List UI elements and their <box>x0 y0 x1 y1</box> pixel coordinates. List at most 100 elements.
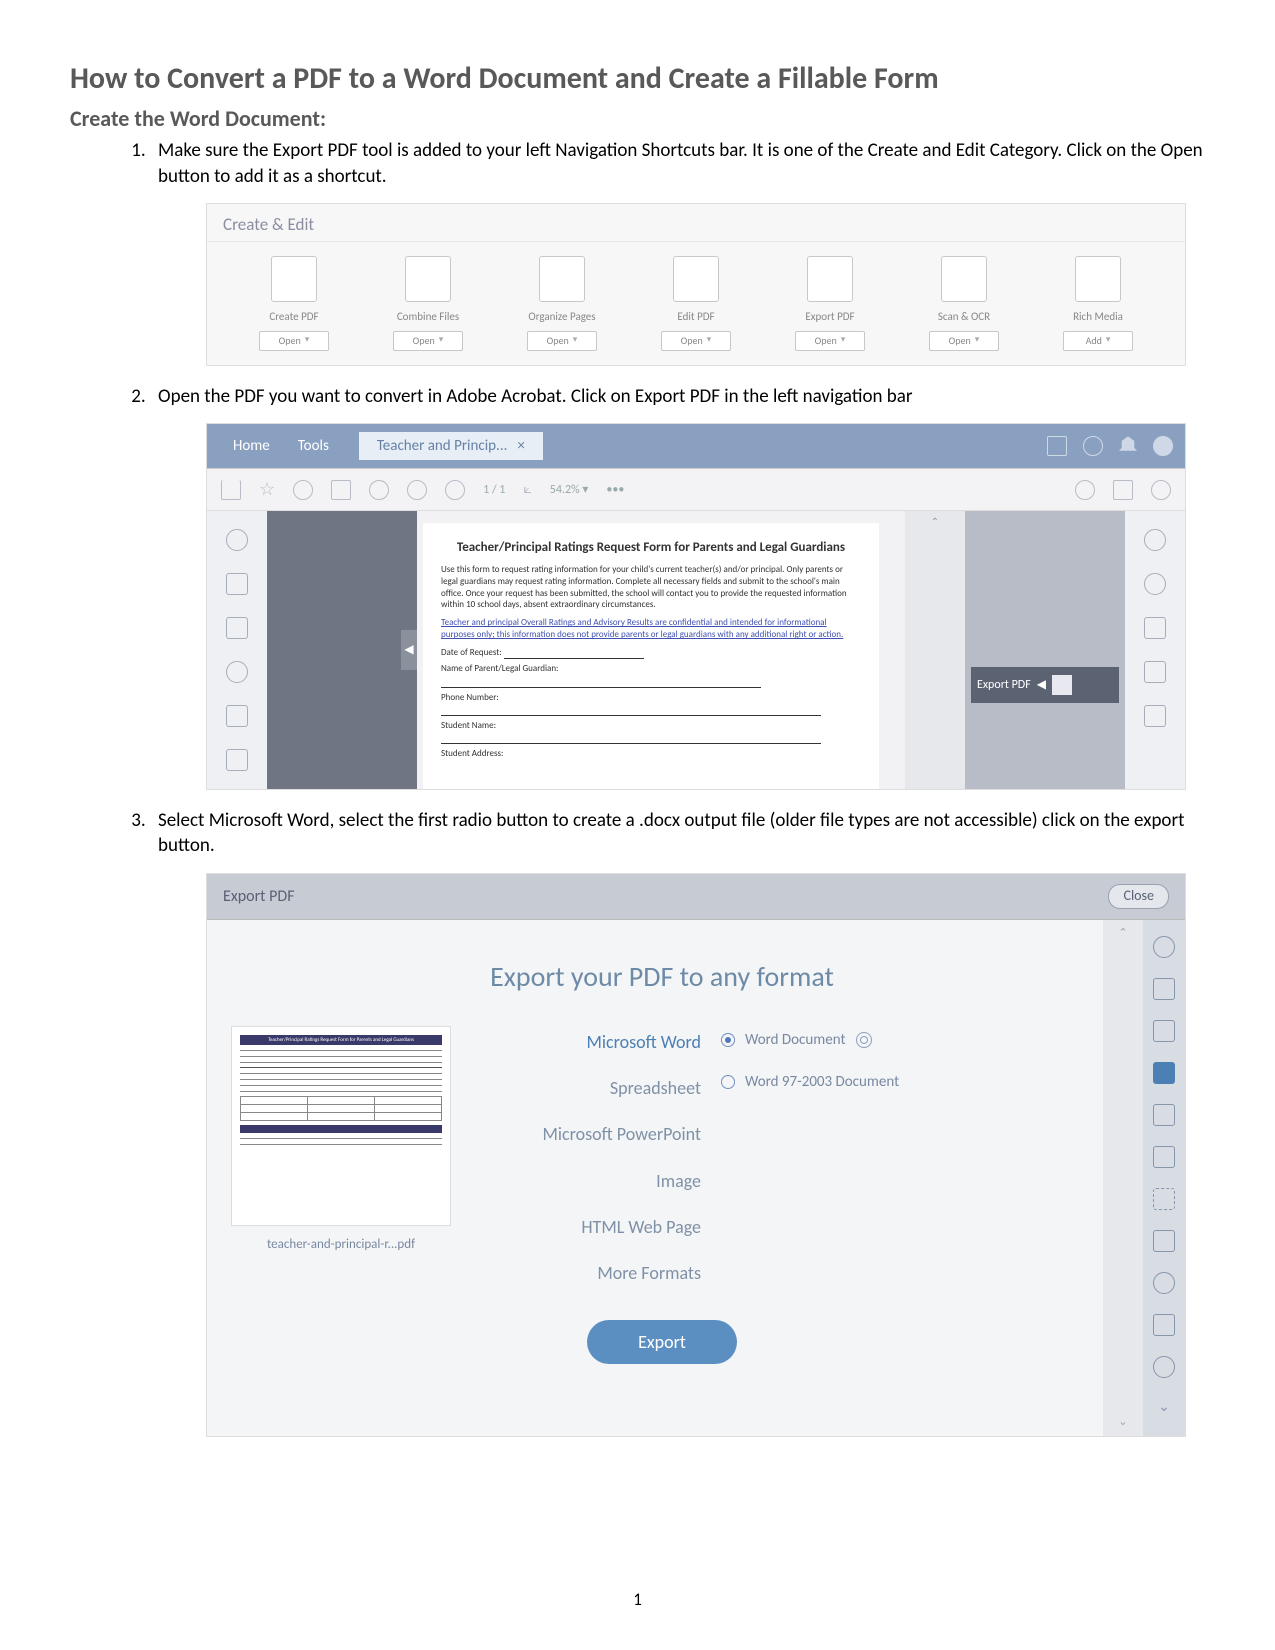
info-icon[interactable] <box>1144 573 1166 595</box>
cloud-icon[interactable] <box>293 480 313 500</box>
page-indicator[interactable]: 1 / 1 <box>483 482 505 498</box>
save-cloud-icon[interactable] <box>1047 436 1067 456</box>
sign-icon[interactable] <box>1153 1272 1175 1294</box>
open-button[interactable]: Open▾ <box>527 331 597 351</box>
tool-label: Create PDF <box>229 310 359 325</box>
doc-notice: Teacher and principal Overall Ratings an… <box>441 617 861 641</box>
combine-files-icon <box>405 256 451 302</box>
tool-create-pdf[interactable]: Create PDF Open▾ <box>229 256 359 350</box>
export-button[interactable]: Export <box>587 1320 737 1364</box>
chevron-down-icon: ▾ <box>573 334 578 348</box>
create-pdf-icon[interactable] <box>1144 617 1166 639</box>
bookmarks-icon[interactable] <box>226 573 248 595</box>
tags-icon[interactable] <box>226 617 248 639</box>
tool-combine-files[interactable]: Combine Files Open▾ <box>363 256 493 350</box>
edit-tool-icon[interactable] <box>1144 705 1166 727</box>
zoom-in-icon[interactable] <box>445 480 465 500</box>
print-icon[interactable] <box>331 480 351 500</box>
compress-icon[interactable] <box>1153 1314 1175 1336</box>
radio-docx[interactable]: Word Document <box>721 1030 971 1050</box>
nav-pane: ◀ <box>267 511 417 789</box>
format-spreadsheet[interactable]: Spreadsheet <box>471 1076 701 1100</box>
selection-icon[interactable]: ⟀ <box>523 480 531 499</box>
tool-label: Edit PDF <box>631 310 761 325</box>
section-heading: Create the Word Document: <box>70 105 1205 132</box>
close-button[interactable]: Close <box>1108 884 1169 909</box>
radio-doc[interactable]: Word 97-2003 Document <box>721 1072 971 1092</box>
screenshot-create-edit: Create & Edit Create PDF Open▾ Combine F… <box>206 203 1186 365</box>
tab-home[interactable]: Home <box>219 432 284 460</box>
close-icon[interactable]: × <box>517 436 524 456</box>
protect-icon[interactable] <box>1153 1230 1175 1252</box>
scan-ocr-icon <box>941 256 987 302</box>
step-1-text: Make sure the Export PDF tool is added t… <box>158 139 1203 188</box>
gear-icon[interactable] <box>856 1032 872 1048</box>
chevron-down-icon[interactable]: ⌄ <box>1153 1398 1175 1420</box>
more-tools-icon[interactable] <box>1153 1356 1175 1378</box>
scrollbar[interactable]: ⌃⌄ <box>1103 920 1143 1436</box>
add-button[interactable]: Add▾ <box>1063 331 1133 351</box>
collapse-nav-icon[interactable]: ◀ <box>401 630 417 670</box>
format-word[interactable]: Microsoft Word <box>471 1030 701 1054</box>
file-thumbnail[interactable]: Teacher/Principal Ratings Request Form f… <box>231 1026 451 1226</box>
thumbnail-caption: teacher-and-principal-r...pdf <box>231 1236 451 1254</box>
open-button[interactable]: Open▾ <box>259 331 329 351</box>
tool-scan-ocr[interactable]: Scan & OCR Open▾ <box>899 256 1029 350</box>
edit-pdf-icon[interactable] <box>1153 1020 1175 1042</box>
step-2: Open the PDF you want to convert in Adob… <box>150 384 1205 790</box>
export-pdf-icon[interactable] <box>1144 661 1166 683</box>
sidebar-icon[interactable] <box>221 480 241 500</box>
export-pdf-icon <box>1052 675 1072 695</box>
chevron-down-icon: ▾ <box>707 334 712 348</box>
format-image[interactable]: Image <box>471 1169 701 1193</box>
tool-edit-pdf[interactable]: Edit PDF Open▾ <box>631 256 761 350</box>
tab-tools[interactable]: Tools <box>284 432 343 460</box>
scrollbar[interactable]: ⌃ <box>905 511 965 789</box>
tool-label: Rich Media <box>1033 310 1163 325</box>
search-icon[interactable] <box>369 480 389 500</box>
create-pdf-icon <box>271 256 317 302</box>
format-powerpoint[interactable]: Microsoft PowerPoint <box>471 1122 701 1146</box>
export-pdf-icon[interactable] <box>1153 1062 1175 1084</box>
thumbnails-icon[interactable] <box>226 529 248 551</box>
export-heading: Export your PDF to any format <box>231 958 1093 996</box>
format-more[interactable]: More Formats <box>471 1261 701 1285</box>
search-tool-icon[interactable] <box>1144 529 1166 551</box>
rich-media-icon <box>1075 256 1121 302</box>
comment-icon[interactable] <box>1153 1104 1175 1126</box>
more-icon[interactable] <box>1151 480 1171 500</box>
organize-icon[interactable] <box>1153 1146 1175 1168</box>
notifications-icon[interactable] <box>1119 436 1137 454</box>
pdf-page: Teacher/Principal Ratings Request Form f… <box>423 523 879 789</box>
layers-icon[interactable] <box>226 705 248 727</box>
signature-icon[interactable] <box>1075 480 1095 500</box>
open-button[interactable]: Open▾ <box>661 331 731 351</box>
tool-rich-media[interactable]: Rich Media Add▾ <box>1033 256 1163 350</box>
account-icon[interactable] <box>1153 436 1173 456</box>
tab-document[interactable]: Teacher and Princip... × <box>359 432 543 460</box>
step-1: Make sure the Export PDF tool is added t… <box>150 138 1205 366</box>
zoom-out-icon[interactable] <box>407 480 427 500</box>
info-icon[interactable] <box>1153 936 1175 958</box>
content-icon[interactable] <box>226 749 248 771</box>
star-icon[interactable]: ☆ <box>259 477 275 501</box>
attachments-icon[interactable] <box>226 661 248 683</box>
open-button[interactable]: Open▾ <box>795 331 865 351</box>
open-button[interactable]: Open▾ <box>393 331 463 351</box>
open-button[interactable]: Open▾ <box>929 331 999 351</box>
chevron-down-icon: ▾ <box>305 334 310 348</box>
organize-pages-icon <box>539 256 585 302</box>
share-icon[interactable] <box>1113 480 1133 500</box>
doc-tab-label: Teacher and Princip... <box>377 436 508 456</box>
redact-icon[interactable] <box>1153 1188 1175 1210</box>
help-icon[interactable] <box>1083 436 1103 456</box>
create-pdf-icon[interactable] <box>1153 978 1175 1000</box>
radio-icon <box>721 1033 735 1047</box>
format-html[interactable]: HTML Web Page <box>471 1215 701 1239</box>
tool-organize-pages[interactable]: Organize Pages Open▾ <box>497 256 627 350</box>
tool-export-pdf[interactable]: Export PDF Open▾ <box>765 256 895 350</box>
export-pdf-shortcut[interactable]: Export PDF ◀ <box>971 667 1119 703</box>
zoom-display[interactable]: 54.2% ▾ <box>550 482 589 498</box>
overflow-icon[interactable]: ••• <box>606 482 624 498</box>
radio-icon <box>721 1075 735 1089</box>
